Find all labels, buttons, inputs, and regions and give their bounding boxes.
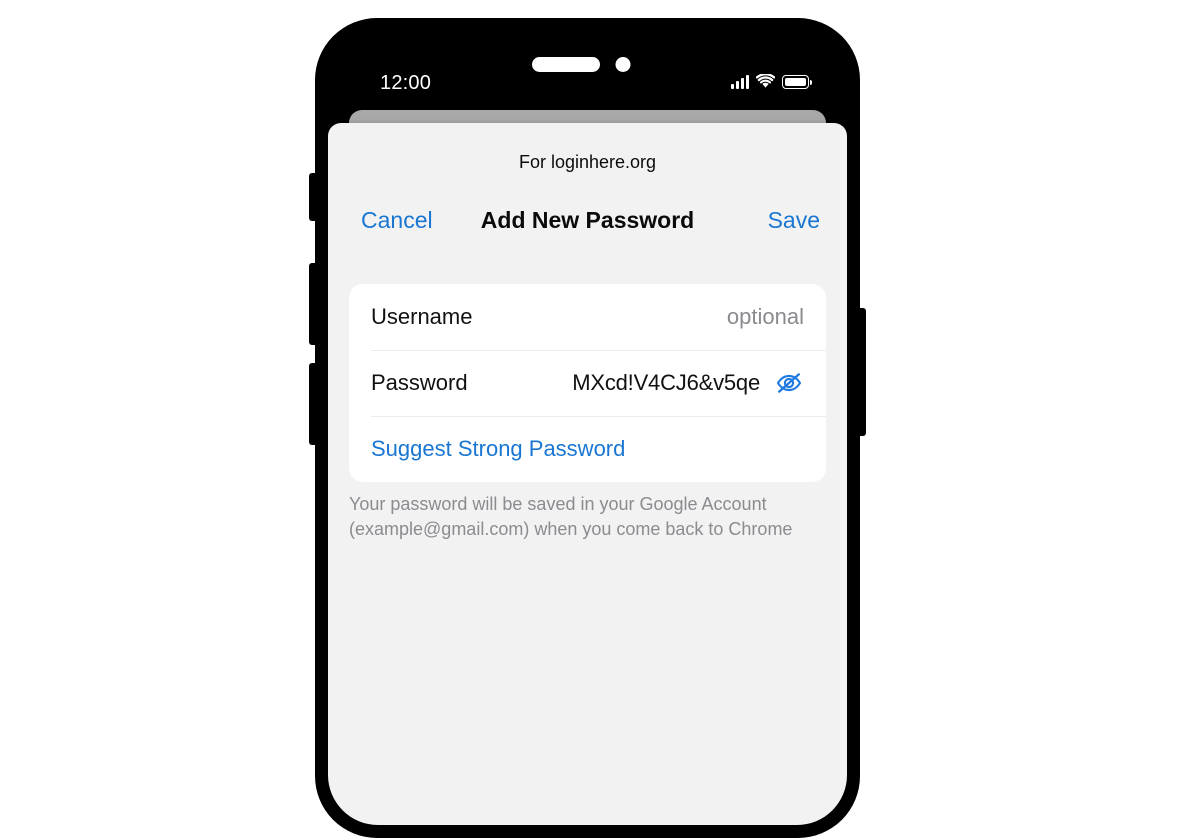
front-camera-icon — [615, 57, 630, 72]
sheet-subtitle: For loginhere.org — [518, 152, 657, 172]
password-form-card: Username optional Password MXcd!V4CJ6&v5… — [349, 284, 826, 482]
eye-slash-icon[interactable] — [774, 368, 804, 398]
footer-note: Your password will be saved in your Goog… — [349, 494, 793, 539]
dynamic-island — [531, 57, 600, 72]
sheet-toolbar: Cancel Add New Password Save — [328, 205, 847, 235]
suggest-strong-password-row[interactable]: Suggest Strong Password — [349, 416, 826, 482]
volume-up-button[interactable] — [309, 263, 316, 345]
battery-icon — [782, 75, 812, 89]
username-row[interactable]: Username optional — [349, 284, 826, 350]
password-label: Password — [371, 370, 468, 395]
status-bar-icons — [731, 71, 812, 89]
phone-screen: 12:00 For loginhere.org Cancel Add New P… — [328, 31, 847, 825]
save-button[interactable]: Save — [768, 205, 820, 235]
username-input[interactable]: optional — [727, 304, 804, 330]
add-password-sheet: For loginhere.org Cancel Add New Passwor… — [328, 123, 847, 825]
wifi-icon — [756, 74, 775, 88]
cellular-signal-icon — [731, 74, 749, 89]
power-button[interactable] — [859, 308, 866, 436]
status-bar-time: 12:00 — [380, 72, 432, 94]
status-bar: 12:00 — [328, 31, 847, 103]
suggest-strong-password-button[interactable]: Suggest Strong Password — [371, 436, 625, 462]
password-input[interactable]: MXcd!V4CJ6&v5qe — [572, 370, 760, 396]
password-row[interactable]: Password MXcd!V4CJ6&v5qe — [349, 350, 826, 416]
phone-device: 12:00 For loginhere.org Cancel Add New P… — [309, 18, 866, 838]
mute-switch-button[interactable] — [309, 173, 316, 221]
username-label: Username — [371, 304, 473, 329]
volume-down-button[interactable] — [309, 363, 316, 445]
